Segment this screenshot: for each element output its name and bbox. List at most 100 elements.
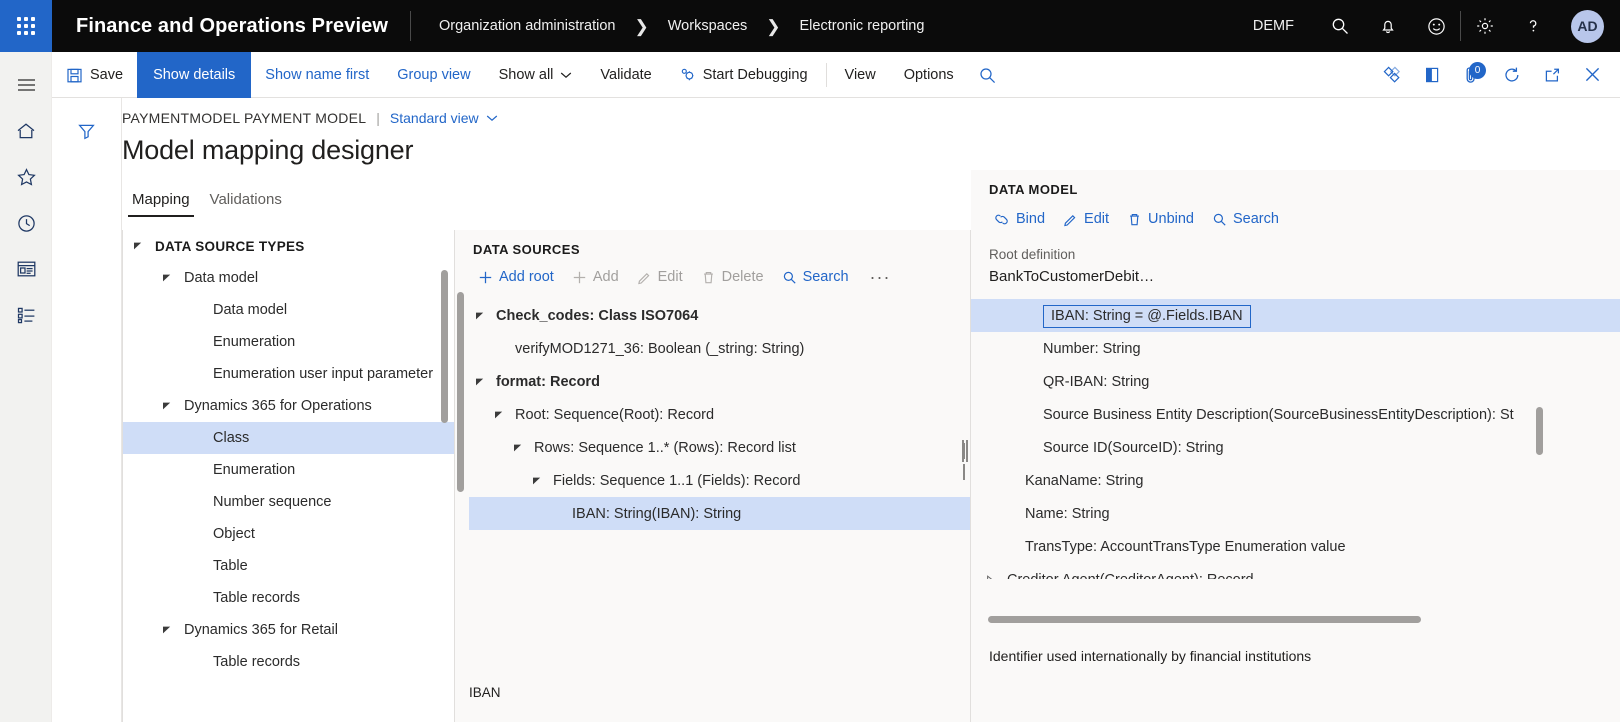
data-source-item[interactable]: Rows: Sequence 1..* (Rows): Record list — [469, 431, 970, 464]
close-icon[interactable] — [1572, 52, 1612, 98]
tree-item-label: Object — [213, 526, 255, 542]
validate-button[interactable]: Validate — [586, 52, 665, 98]
workspace-icon[interactable] — [0, 246, 52, 292]
data-source-type-item[interactable]: Dynamics 365 for Operations — [123, 390, 454, 422]
data-source-type-item[interactable]: Dynamics 365 for Retail — [123, 614, 454, 646]
start-debugging-button[interactable]: Start Debugging — [666, 52, 822, 98]
toolbar-search-icon[interactable] — [968, 52, 1008, 98]
star-icon[interactable] — [0, 154, 52, 200]
popout-icon[interactable] — [1532, 52, 1572, 98]
data-source-type-item[interactable]: Object — [123, 518, 454, 550]
data-model-item[interactable]: QR-IBAN: String — [971, 365, 1620, 398]
expand-caret-down-icon[interactable] — [490, 410, 508, 420]
data-source-type-item[interactable]: Enumeration — [123, 454, 454, 486]
home-icon[interactable] — [0, 108, 52, 154]
expand-caret-down-icon[interactable] — [471, 311, 489, 321]
hamburger-icon[interactable] — [0, 62, 52, 108]
data-source-type-item[interactable]: Class — [123, 422, 454, 454]
tree-item-label: Source ID(SourceID): String — [1043, 439, 1224, 456]
smiley-icon[interactable] — [1412, 0, 1460, 52]
data-source-item[interactable]: format: Record — [469, 365, 970, 398]
module-list-icon[interactable] — [0, 292, 52, 338]
save-button[interactable]: Save — [52, 52, 137, 98]
expand-caret-down-icon[interactable] — [158, 273, 176, 283]
breadcrumb-item-0[interactable]: Organization administration — [433, 18, 622, 34]
breadcrumb-item-1[interactable]: Workspaces — [662, 18, 754, 34]
search-icon[interactable] — [1316, 0, 1364, 52]
data-source-type-item[interactable]: Enumeration user input parameter — [123, 358, 454, 390]
expand-caret-right-icon[interactable] — [981, 574, 999, 579]
data-model-item[interactable]: IBAN: String = @.Fields.IBAN — [971, 299, 1620, 332]
tab-mapping[interactable]: Mapping — [122, 185, 200, 217]
data-source-type-item[interactable]: Table — [123, 550, 454, 582]
data-model-item[interactable]: Source Business Entity Description(Sourc… — [971, 398, 1620, 431]
expand-caret-down-icon[interactable] — [129, 241, 147, 251]
data-source-item[interactable]: Check_codes: Class ISO7064 — [469, 299, 970, 332]
data-source-type-item[interactable]: Table records — [123, 582, 454, 614]
types-tree-scrollbar[interactable] — [441, 270, 448, 423]
data-model-item[interactable]: Name: String — [971, 497, 1620, 530]
open-in-icon[interactable] — [1412, 52, 1452, 98]
model-search-button[interactable]: Search — [1203, 207, 1288, 231]
action-pane-toolbar: Save Show details Show name first Group … — [52, 52, 1620, 98]
breadcrumb: Organization administration ❯ Workspaces… — [411, 0, 930, 52]
edit-button[interactable]: Edit — [628, 265, 692, 289]
expand-caret-down-icon[interactable] — [158, 625, 176, 635]
gear-icon[interactable] — [1461, 0, 1509, 52]
data-model-horizontal-scrollbar[interactable] — [988, 616, 1421, 623]
data-model-item[interactable]: KanaName: String — [971, 464, 1620, 497]
data-model-item[interactable]: TransType: AccountTransType Enumeration … — [971, 530, 1620, 563]
add-root-button[interactable]: Add root — [469, 265, 563, 289]
tab-show-name-first[interactable]: Show name first — [251, 52, 383, 98]
view-selector[interactable]: Standard view — [390, 110, 498, 126]
data-source-types-header[interactable]: DATA SOURCE TYPES — [123, 230, 454, 262]
data-source-type-item[interactable]: Number sequence — [123, 486, 454, 518]
attachment-icon[interactable]: 0 — [1452, 52, 1492, 98]
menu-view[interactable]: View — [831, 52, 890, 98]
data-source-item[interactable]: verifyMOD1271_36: Boolean (_string: Stri… — [469, 332, 970, 365]
data-source-type-item[interactable]: Data model — [123, 262, 454, 294]
model-edit-button[interactable]: Edit — [1054, 207, 1118, 231]
search-button[interactable]: Search — [773, 265, 858, 289]
model-splitter-handle[interactable] — [963, 443, 968, 480]
data-source-item[interactable]: IBAN: String(IBAN): String — [469, 497, 970, 530]
data-source-type-item[interactable]: Table records — [123, 646, 454, 678]
unbind-button[interactable]: Unbind — [1118, 207, 1203, 231]
filter-icon[interactable] — [61, 116, 113, 146]
bind-button[interactable]: Bind — [985, 207, 1054, 231]
tab-group-view[interactable]: Group view — [383, 52, 484, 98]
tab-show-details[interactable]: Show details — [137, 52, 252, 98]
plus-icon — [573, 271, 586, 283]
delete-button[interactable]: Delete — [692, 265, 773, 289]
add-button[interactable]: Add — [563, 265, 628, 289]
menu-options[interactable]: Options — [890, 52, 968, 98]
data-source-item[interactable]: Fields: Sequence 1..1 (Fields): Record — [469, 464, 970, 497]
diamond-icon[interactable] — [1372, 52, 1412, 98]
clock-icon[interactable] — [0, 200, 52, 246]
app-launcher-button[interactable] — [0, 0, 52, 52]
data-sources-scrollbar[interactable] — [457, 292, 464, 492]
data-model-item[interactable]: Source ID(SourceID): String — [971, 431, 1620, 464]
expand-caret-down-icon[interactable] — [158, 401, 176, 411]
tab-validations[interactable]: Validations — [200, 185, 292, 217]
expand-caret-down-icon[interactable] — [509, 443, 527, 453]
expand-caret-down-icon[interactable] — [528, 476, 546, 486]
root-definition-value[interactable]: BankToCustomerDebit… — [971, 262, 1620, 285]
data-model-vertical-scrollbar[interactable] — [1536, 407, 1543, 455]
refresh-icon[interactable] — [1492, 52, 1532, 98]
data-source-type-item[interactable]: Data model — [123, 294, 454, 326]
menu-show-all[interactable]: Show all — [485, 52, 587, 98]
help-icon[interactable] — [1509, 0, 1557, 52]
breadcrumb-item-2[interactable]: Electronic reporting — [794, 18, 931, 34]
bell-icon[interactable] — [1364, 0, 1412, 52]
data-model-item[interactable]: Number: String — [971, 332, 1620, 365]
data-source-type-item[interactable]: Enumeration — [123, 326, 454, 358]
page-caption: PAYMENTMODEL PAYMENT MODEL — [122, 110, 367, 126]
tree-item-label: Data model — [213, 302, 288, 318]
avatar[interactable]: AD — [1571, 9, 1604, 43]
overflow-menu-button[interactable]: ··· — [858, 268, 903, 286]
data-model-item[interactable]: Creditor Agent(CreditorAgent): Record — [971, 563, 1620, 579]
data-source-item[interactable]: Root: Sequence(Root): Record — [469, 398, 970, 431]
company-selector[interactable]: DEMF — [1231, 18, 1316, 34]
expand-caret-down-icon[interactable] — [471, 377, 489, 387]
